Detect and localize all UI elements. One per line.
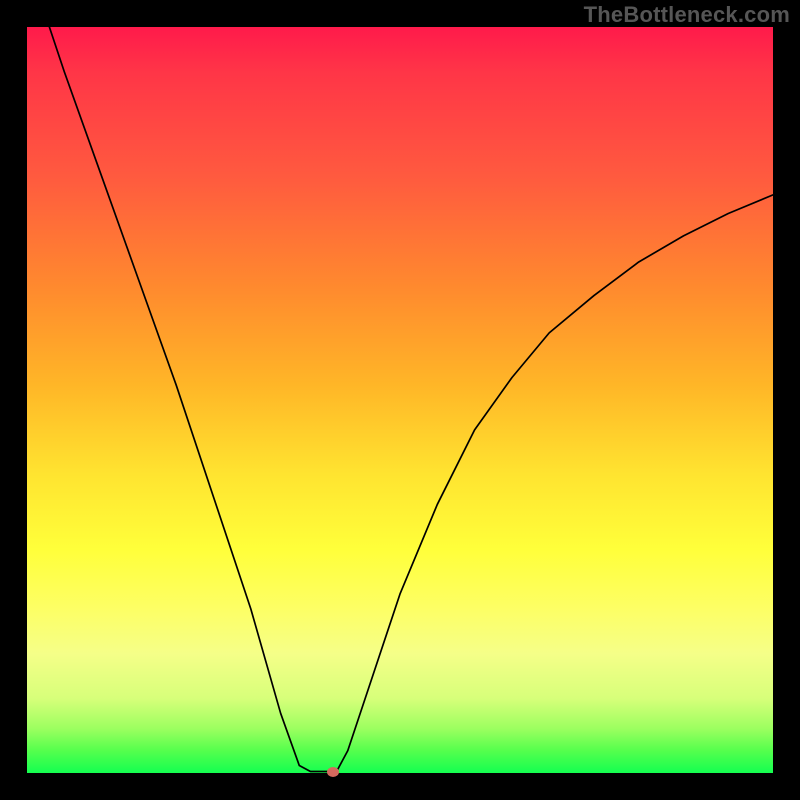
plot-area (27, 27, 773, 773)
minimum-point-marker (327, 767, 339, 777)
chart-container: TheBottleneck.com (0, 0, 800, 800)
bottleneck-curve (27, 27, 773, 773)
watermark-text: TheBottleneck.com (584, 2, 790, 28)
